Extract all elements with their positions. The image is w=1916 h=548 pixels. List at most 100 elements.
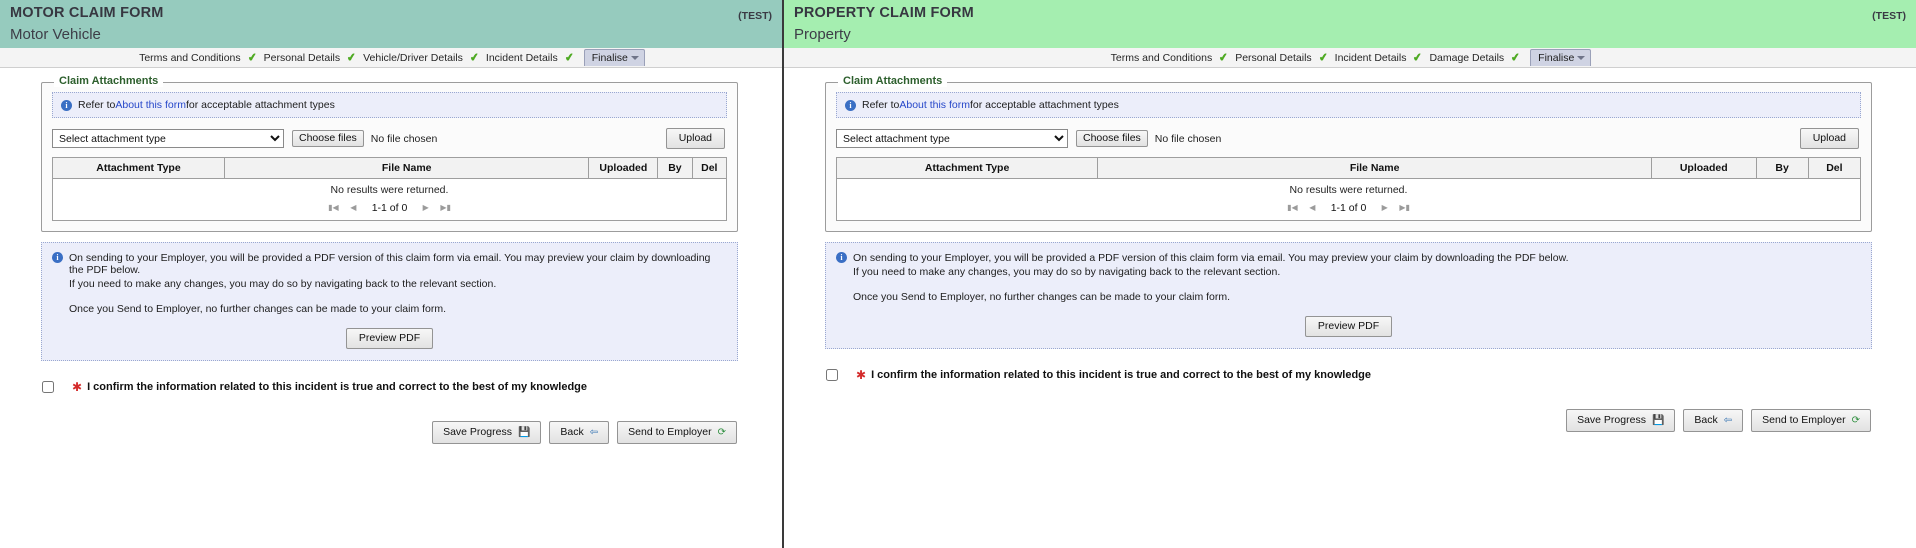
table-empty-row: No results were returned. xyxy=(52,178,727,198)
column-uploaded[interactable]: Uploaded xyxy=(1651,157,1757,179)
send-to-employer-label: Send to Employer xyxy=(1762,414,1846,426)
choose-files-button[interactable]: Choose files xyxy=(1076,130,1148,147)
required-marker-icon: ✱ xyxy=(856,367,867,382)
no-file-chosen-text: No file chosen xyxy=(1154,132,1222,145)
confirm-checkbox[interactable] xyxy=(826,369,838,381)
step-finalise-current[interactable]: Finalise xyxy=(1530,49,1592,66)
page-subtitle: Motor Vehicle xyxy=(10,26,101,43)
column-uploaded[interactable]: Uploaded xyxy=(588,157,659,179)
check-icon: ✔ xyxy=(1317,51,1329,65)
column-file-name[interactable]: File Name xyxy=(223,157,590,179)
check-icon: ✔ xyxy=(1412,51,1424,65)
back-button[interactable]: Back ⇦ xyxy=(1683,409,1744,432)
back-label: Back xyxy=(560,426,584,438)
property-claim-pane: PROPERTY CLAIM FORM Property (TEST) Term… xyxy=(784,0,1916,548)
floppy-disk-icon: 💾 xyxy=(1651,414,1665,426)
required-marker-icon: ✱ xyxy=(72,379,83,394)
table-header-row: Attachment Type File Name Uploaded By De… xyxy=(835,157,1862,179)
step-incident-details[interactable]: Incident Details xyxy=(484,51,560,65)
pager-last-icon[interactable]: ▶▮ xyxy=(1398,201,1411,214)
motor-app-header: MOTOR CLAIM FORM Motor Vehicle (TEST) xyxy=(0,0,782,48)
send-to-employer-button[interactable]: Send to Employer ⟳ xyxy=(1751,409,1871,432)
step-personal-details[interactable]: Personal Details xyxy=(1233,51,1313,65)
claim-attachments-legend: Claim Attachments xyxy=(838,75,948,87)
environment-tag: (TEST) xyxy=(738,10,772,22)
attachment-type-select[interactable]: Select attachment type xyxy=(836,129,1068,148)
pager-last-icon[interactable]: ▶▮ xyxy=(439,201,452,214)
dual-form-comparison: MOTOR CLAIM FORM Motor Vehicle (TEST) Te… xyxy=(0,0,1916,548)
upload-button[interactable]: Upload xyxy=(665,128,725,149)
step-personal-details[interactable]: Personal Details xyxy=(262,51,342,65)
refresh-arrow-icon: ⟳ xyxy=(717,426,726,438)
upload-button[interactable]: Upload xyxy=(1799,128,1859,149)
no-results-message: No results were returned. xyxy=(836,178,1861,198)
column-by[interactable]: By xyxy=(657,157,693,179)
pager-next-icon[interactable]: ▶ xyxy=(419,201,432,214)
motor-claim-pane: MOTOR CLAIM FORM Motor Vehicle (TEST) Te… xyxy=(0,0,784,548)
check-icon: ✔ xyxy=(469,51,480,65)
claim-attachments-panel: Claim Attachments i Refer to About this … xyxy=(41,75,738,232)
pager-prev-icon[interactable]: ◀ xyxy=(347,201,360,214)
action-button-bar: Save Progress 💾 Back ⇦ Send to Employer … xyxy=(784,409,1871,432)
page-title: MOTOR CLAIM FORM xyxy=(10,5,164,21)
pdf-notice-line-3: Once you Send to Employer, no further ch… xyxy=(69,303,447,315)
send-to-employer-button[interactable]: Send to Employer ⟳ xyxy=(617,421,737,444)
step-vehicle-driver-details[interactable]: Vehicle/Driver Details xyxy=(361,51,465,65)
column-attachment-type[interactable]: Attachment Type xyxy=(52,157,225,179)
step-terms-and-conditions[interactable]: Terms and Conditions xyxy=(137,51,243,65)
back-button[interactable]: Back ⇦ xyxy=(549,421,610,444)
choose-files-button[interactable]: Choose files xyxy=(292,130,364,147)
file-input-group: Choose files No file chosen xyxy=(292,130,437,147)
confirm-checkbox[interactable] xyxy=(42,381,54,393)
breadcrumb: Terms and Conditions ✔ Personal Details … xyxy=(0,48,782,68)
column-attachment-type[interactable]: Attachment Type xyxy=(835,157,1099,179)
arrow-left-icon: ⇦ xyxy=(589,426,599,438)
attachments-table: Attachment Type File Name Uploaded By De… xyxy=(52,157,728,221)
claim-attachments-legend: Claim Attachments xyxy=(54,75,164,87)
confirmation-row: ✱ I confirm the information related to t… xyxy=(824,369,1916,381)
pager-next-icon[interactable]: ▶ xyxy=(1378,201,1391,214)
info-icon: i xyxy=(52,252,63,263)
action-button-bar: Save Progress 💾 Back ⇦ Send to Employer … xyxy=(0,421,737,444)
step-terms-and-conditions[interactable]: Terms and Conditions xyxy=(1109,51,1215,65)
environment-tag: (TEST) xyxy=(1872,10,1906,22)
column-del[interactable]: Del xyxy=(1807,157,1862,179)
attachment-type-select[interactable]: Select attachment type xyxy=(52,129,284,148)
column-by[interactable]: By xyxy=(1755,157,1809,179)
save-progress-label: Save Progress xyxy=(1577,414,1646,426)
pager-first-icon[interactable]: ▮◀ xyxy=(327,201,340,214)
about-this-form-link[interactable]: About this form xyxy=(115,99,186,111)
pager-prev-icon[interactable]: ◀ xyxy=(1306,201,1319,214)
step-incident-details[interactable]: Incident Details xyxy=(1333,51,1409,65)
column-file-name[interactable]: File Name xyxy=(1097,157,1653,179)
preview-pdf-button[interactable]: Preview PDF xyxy=(345,328,434,349)
pager-first-icon[interactable]: ▮◀ xyxy=(1286,201,1299,214)
step-finalise-current[interactable]: Finalise xyxy=(583,49,645,66)
info-icon: i xyxy=(845,99,856,111)
preview-pdf-button[interactable]: Preview PDF xyxy=(1304,316,1393,337)
arrow-left-icon: ⇦ xyxy=(1723,414,1733,426)
back-label: Back xyxy=(1694,414,1718,426)
attachments-table: Attachment Type File Name Uploaded By De… xyxy=(835,157,1862,221)
table-pager-row: ▮◀ ◀ 1-1 of 0 ▶ ▶▮ xyxy=(836,198,1861,221)
breadcrumb: Terms and Conditions ✔ Personal Details … xyxy=(784,48,1916,68)
column-del[interactable]: Del xyxy=(691,157,728,179)
refresh-arrow-icon: ⟳ xyxy=(1851,414,1860,426)
property-app-header: PROPERTY CLAIM FORM Property (TEST) xyxy=(784,0,1916,48)
attachment-info-strip: i Refer to About this form for acceptabl… xyxy=(52,92,727,118)
step-damage-details[interactable]: Damage Details xyxy=(1427,51,1506,65)
no-file-chosen-text: No file chosen xyxy=(370,132,438,145)
about-this-form-link[interactable]: About this form xyxy=(899,99,970,111)
table-header-row: Attachment Type File Name Uploaded By De… xyxy=(52,157,728,179)
table-pager-row: ▮◀ ◀ 1-1 of 0 ▶ ▶▮ xyxy=(52,198,727,221)
info-prefix-text: Refer to xyxy=(862,99,900,111)
check-icon: ✔ xyxy=(346,51,358,65)
save-progress-label: Save Progress xyxy=(443,426,512,438)
pdf-notice-panel: i On sending to your Employer, you will … xyxy=(825,242,1872,349)
save-progress-button[interactable]: Save Progress 💾 xyxy=(1566,409,1676,432)
save-progress-button[interactable]: Save Progress 💾 xyxy=(432,421,542,444)
send-to-employer-label: Send to Employer xyxy=(628,426,712,438)
file-input-group: Choose files No file chosen xyxy=(1076,130,1221,147)
pdf-notice-line-2: If you need to make any changes, you may… xyxy=(69,278,497,290)
form-body: Claim Attachments i Refer to About this … xyxy=(784,68,1916,432)
